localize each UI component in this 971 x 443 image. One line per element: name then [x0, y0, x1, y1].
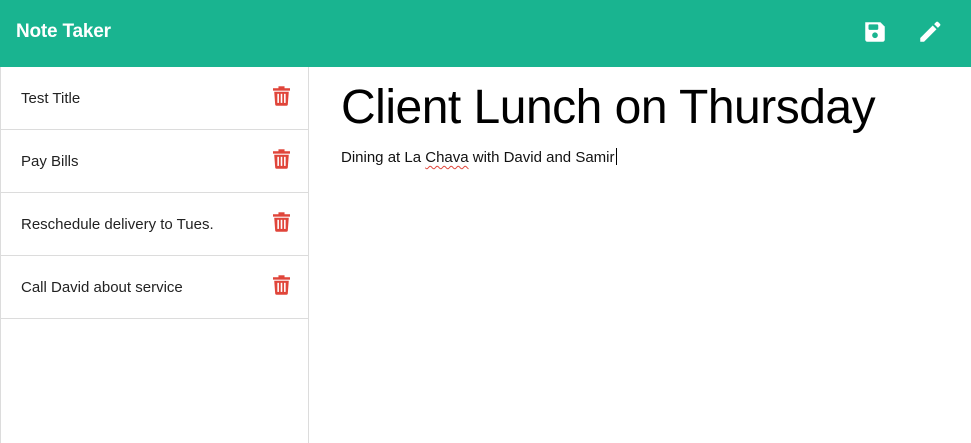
spellcheck-word: Chava	[425, 149, 469, 166]
note-list-item[interactable]: Pay Bills	[1, 130, 308, 193]
pencil-icon	[920, 21, 941, 42]
app-title[interactable]: Note Taker	[16, 21, 111, 43]
note-text-part: with David and Samir	[468, 149, 615, 166]
navbar: Note Taker	[0, 0, 971, 67]
note-title-input[interactable]: Client Lunch on Thursday	[341, 80, 876, 135]
note-editor: Client Lunch on Thursday Dining at La Ch…	[309, 67, 971, 443]
note-list-item[interactable]: Reschedule delivery to Tues.	[1, 193, 308, 256]
note-text-part: Dining at La	[341, 149, 426, 166]
text-caret	[615, 148, 617, 165]
note-list-item[interactable]: Test Title	[1, 67, 308, 130]
trash-icon[interactable]	[273, 149, 290, 169]
note-list-item[interactable]: Call David about service	[1, 256, 308, 319]
new-note-button[interactable]	[917, 19, 943, 45]
save-icon	[865, 22, 885, 42]
trash-icon[interactable]	[273, 212, 290, 232]
note-text-area[interactable]: Dining at La Chava with David and Samir	[341, 148, 617, 166]
trash-icon[interactable]	[273, 86, 290, 106]
note-list-item-title[interactable]: Call David about service	[21, 279, 183, 296]
note-list: Test Title Pay Bills Reschedule delivery…	[1, 67, 308, 319]
note-list-item-title[interactable]: Test Title	[21, 90, 80, 107]
trash-icon[interactable]	[273, 275, 290, 295]
save-note-button[interactable]	[862, 19, 888, 45]
notes-sidebar: Test Title Pay Bills Reschedule delivery…	[0, 67, 309, 443]
note-list-item-title[interactable]: Reschedule delivery to Tues.	[21, 216, 214, 233]
note-list-item-title[interactable]: Pay Bills	[21, 153, 79, 170]
